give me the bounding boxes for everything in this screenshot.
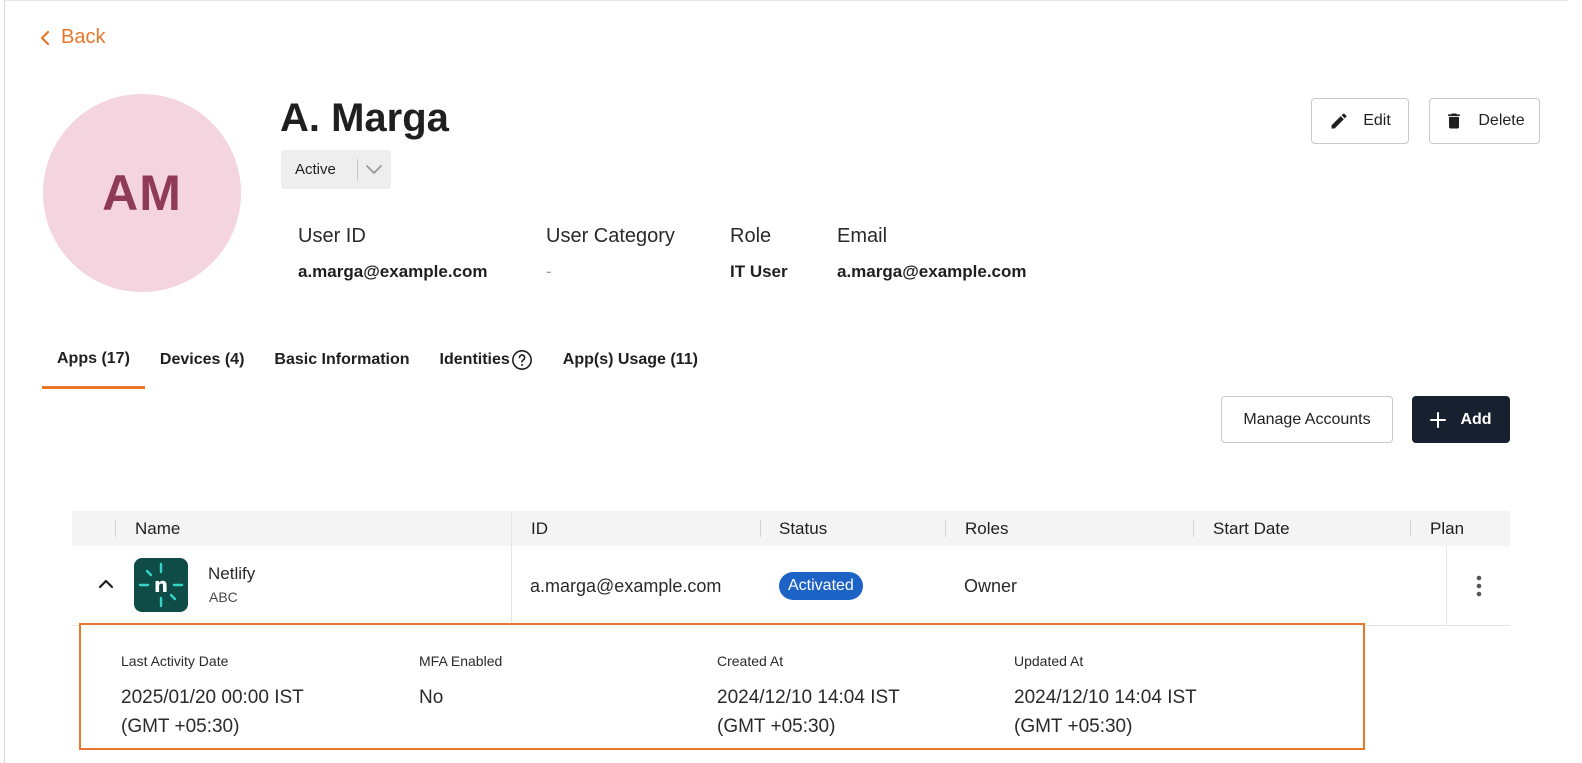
tab-identities-label: Identities [439, 351, 510, 368]
status-value: Active [295, 161, 336, 178]
field-value: a.marga@example.com [298, 262, 488, 281]
avatar-initials: AM [102, 165, 182, 221]
detail-mfa-enabled: MFA Enabled No [419, 653, 502, 712]
column-header-roles[interactable]: Roles [965, 511, 1008, 546]
kebab-icon [1476, 575, 1482, 596]
column-divider [115, 520, 116, 537]
add-label: Add [1460, 410, 1492, 428]
detail-value-line1: 2024/12/10 14:04 IST [717, 687, 900, 708]
delete-button[interactable]: Delete [1429, 98, 1540, 144]
table-header: Name ID Status Roles Start Date Plan [72, 511, 1510, 546]
field-value: - [546, 262, 552, 281]
detail-value-line1: 2025/01/20 00:00 IST [121, 687, 304, 708]
detail-value-line2: (GMT +05:30) [1014, 716, 1133, 737]
detail-value: 2024/12/10 14:04 IST (GMT +05:30) [1014, 683, 1197, 741]
field-user-category: User Category - [546, 225, 675, 282]
column-divider [1193, 520, 1194, 537]
tab-apps[interactable]: Apps (17) [42, 340, 145, 389]
manage-accounts-button[interactable]: Manage Accounts [1221, 396, 1393, 443]
tab-devices[interactable]: Devices (4) [145, 340, 260, 389]
column-divider [760, 520, 761, 537]
tab-bar: Apps (17) Devices (4) Basic Information … [42, 340, 713, 389]
page-title: A. Marga [280, 96, 449, 140]
status-cell: Activated [779, 546, 863, 626]
edit-label: Edit [1363, 112, 1391, 129]
back-link[interactable]: Back [38, 26, 105, 49]
column-divider [1410, 520, 1411, 537]
column-header-name[interactable]: Name [135, 511, 180, 546]
table-row[interactable]: n Netlify ABC a.marga@example.com Activa… [72, 546, 1511, 626]
detail-label: MFA Enabled [419, 653, 503, 669]
field-label: Email [837, 225, 888, 247]
account-id: a.marga@example.com [530, 575, 722, 596]
column-divider-vertical [511, 511, 512, 626]
status-badge: Activated [779, 572, 863, 600]
detail-value: No [419, 683, 502, 712]
status-dropdown[interactable]: Active [281, 150, 391, 189]
chevron-up-icon[interactable] [98, 576, 114, 592]
pencil-icon [1331, 113, 1347, 129]
field-email: Email a.marga@example.com [837, 225, 1027, 282]
column-header-id[interactable]: ID [531, 511, 548, 546]
field-value: IT User [730, 262, 788, 281]
delete-label: Delete [1478, 112, 1525, 129]
detail-label: Last Activity Date [121, 653, 229, 669]
detail-value: 2024/12/10 14:04 IST (GMT +05:30) [717, 683, 900, 741]
detail-label: Created At [717, 653, 784, 669]
status-dropdown-toggle[interactable] [358, 164, 391, 175]
detail-last-activity: Last Activity Date 2025/01/20 00:00 IST … [121, 653, 304, 741]
field-label: User ID [298, 225, 366, 247]
detail-updated-at: Updated At 2024/12/10 14:04 IST (GMT +05… [1014, 653, 1197, 741]
netlify-logo: n [134, 558, 188, 612]
chevron-down-icon [366, 164, 383, 174]
back-label: Back [61, 26, 106, 48]
app-logo-letter: n [154, 573, 168, 597]
field-user-id: User ID a.marga@example.com [298, 225, 488, 282]
question-circle-icon[interactable] [511, 349, 533, 371]
field-label: Role [730, 225, 772, 247]
detail-value-line1: 2024/12/10 14:04 IST [1014, 687, 1197, 708]
tab-basic-information[interactable]: Basic Information [259, 340, 424, 389]
plus-icon [1430, 411, 1447, 428]
column-divider [945, 520, 946, 537]
field-label: User Category [546, 225, 675, 247]
row-menu-button[interactable] [1446, 546, 1511, 625]
chevron-left-icon [40, 30, 50, 45]
detail-created-at: Created At 2024/12/10 14:04 IST (GMT +05… [717, 653, 900, 741]
avatar: AM [43, 94, 241, 292]
column-header-start-date[interactable]: Start Date [1213, 511, 1290, 546]
edit-button[interactable]: Edit [1311, 98, 1409, 144]
detail-value-line1: No [419, 687, 444, 708]
tab-identities[interactable]: Identities [425, 340, 548, 389]
detail-label: Updated At [1014, 653, 1084, 669]
field-role: Role IT User [730, 225, 788, 282]
column-header-status[interactable]: Status [779, 511, 827, 546]
add-button[interactable]: Add [1412, 396, 1510, 443]
detail-value-line2: (GMT +05:30) [121, 716, 240, 737]
detail-value-line2: (GMT +05:30) [717, 716, 836, 737]
row-details-panel: Last Activity Date 2025/01/20 00:00 IST … [79, 623, 1365, 750]
tab-app-usage[interactable]: App(s) Usage (11) [548, 340, 713, 389]
app-name[interactable]: Netlify [208, 564, 255, 584]
app-org: ABC [209, 589, 238, 605]
trash-icon [1448, 113, 1461, 129]
detail-value: 2025/01/20 00:00 IST (GMT +05:30) [121, 683, 304, 741]
field-value: a.marga@example.com [837, 262, 1027, 281]
roles-cell: Owner [964, 575, 1018, 596]
column-header-plan[interactable]: Plan [1430, 511, 1464, 546]
